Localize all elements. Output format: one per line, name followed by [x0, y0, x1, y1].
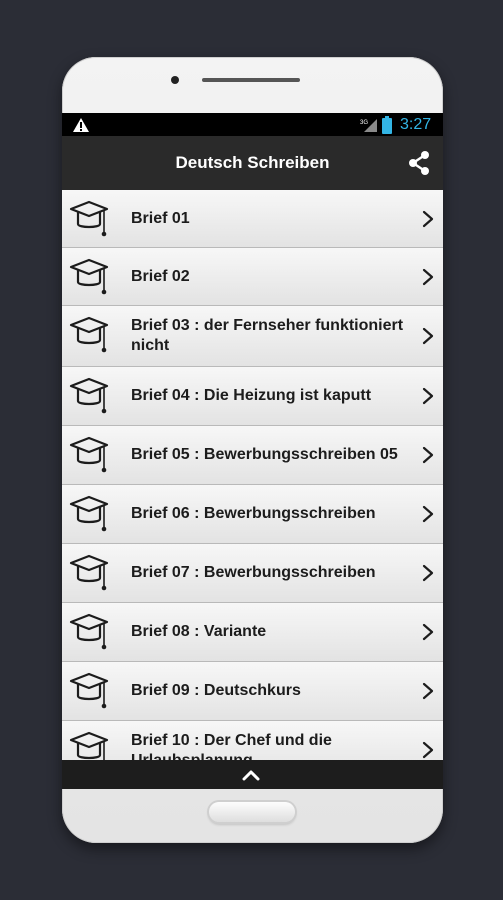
phone-frame: 3G 3:27 Deutsch Schreiben Brief 01 Brief … — [62, 57, 443, 843]
share-icon[interactable] — [406, 150, 432, 176]
list-item-label: Brief 04 : Die Heizung ist kaputt — [131, 387, 372, 404]
chevron-right-icon — [422, 210, 434, 228]
chevron-right-icon — [422, 505, 434, 523]
list-item[interactable]: Brief 04 : Die Heizung ist kaputt — [62, 367, 443, 426]
list-item[interactable]: Brief 01 — [62, 190, 443, 248]
chevron-right-icon — [422, 327, 434, 345]
list-item[interactable]: Brief 07 : Bewerbungsschreiben — [62, 544, 443, 603]
signal-icon: 3G — [360, 119, 377, 132]
graduation-cap-icon — [68, 495, 110, 535]
graduation-cap-icon — [68, 554, 110, 594]
graduation-cap-icon — [68, 258, 110, 298]
list-item[interactable]: Brief 05 : Bewerbungsschreiben 05 — [62, 426, 443, 485]
camera — [171, 76, 179, 84]
list-item[interactable]: Brief 10 : Der Chef und die Urlaubsplanu… — [62, 721, 443, 760]
graduation-cap-icon — [68, 672, 110, 712]
app-bar: Deutsch Schreiben — [62, 136, 443, 190]
chevron-right-icon — [422, 446, 434, 464]
network-badge: 3G — [360, 120, 368, 126]
chevron-right-icon — [422, 268, 434, 286]
list-item[interactable]: Brief 09 : Deutschkurs — [62, 662, 443, 721]
list-item-label: Brief 07 : Bewerbungsschreiben — [131, 564, 376, 581]
list-item-label: Brief 10 : Der Chef und die Urlaubsplanu… — [131, 732, 332, 760]
home-button[interactable] — [209, 802, 295, 822]
graduation-cap-icon — [68, 377, 110, 417]
screen: 3G 3:27 Deutsch Schreiben Brief 01 Brief … — [62, 113, 443, 789]
app-title: Deutsch Schreiben — [175, 153, 330, 172]
chevron-right-icon — [422, 387, 434, 405]
list-item[interactable]: Brief 08 : Variante — [62, 603, 443, 662]
chevron-right-icon — [422, 564, 434, 582]
battery-icon — [382, 116, 392, 134]
status-bar: 3G 3:27 — [62, 113, 443, 136]
graduation-cap-icon — [68, 436, 110, 476]
list-item-label: Brief 02 — [131, 267, 190, 285]
status-clock: 3:27 — [400, 116, 432, 133]
letter-list: Brief 01 Brief 02 Brief 03 : der Fernseher… — [62, 190, 443, 760]
list-item-label: Brief 08 : Variante — [131, 623, 267, 640]
warning-icon — [73, 118, 89, 132]
graduation-cap-icon — [68, 613, 110, 653]
list-item-label: Brief 03 : der Fernseher funktioniert ni… — [131, 317, 404, 354]
list-item-label: Brief 09 : Deutschkurs — [131, 682, 301, 699]
list-item[interactable]: Brief 03 : der Fernseher funktioniert ni… — [62, 306, 443, 367]
list-item-label: Brief 05 : Bewerbungsschreiben 05 — [131, 446, 398, 463]
list-item-label: Brief 01 — [131, 209, 190, 227]
speaker-grille — [202, 78, 300, 82]
list-item-label: Brief 06 : Bewerbungsschreiben — [131, 505, 376, 522]
chevron-right-icon — [422, 682, 434, 700]
list-item[interactable]: Brief 06 : Bewerbungsschreiben — [62, 485, 443, 544]
graduation-cap-icon — [68, 731, 110, 760]
bottom-bar[interactable] — [62, 760, 443, 789]
chevron-up-icon[interactable] — [241, 769, 261, 781]
chevron-right-icon — [422, 741, 434, 759]
chevron-right-icon — [422, 623, 434, 641]
graduation-cap-icon — [68, 316, 110, 356]
graduation-cap-icon — [68, 200, 110, 240]
list-item[interactable]: Brief 02 — [62, 248, 443, 306]
